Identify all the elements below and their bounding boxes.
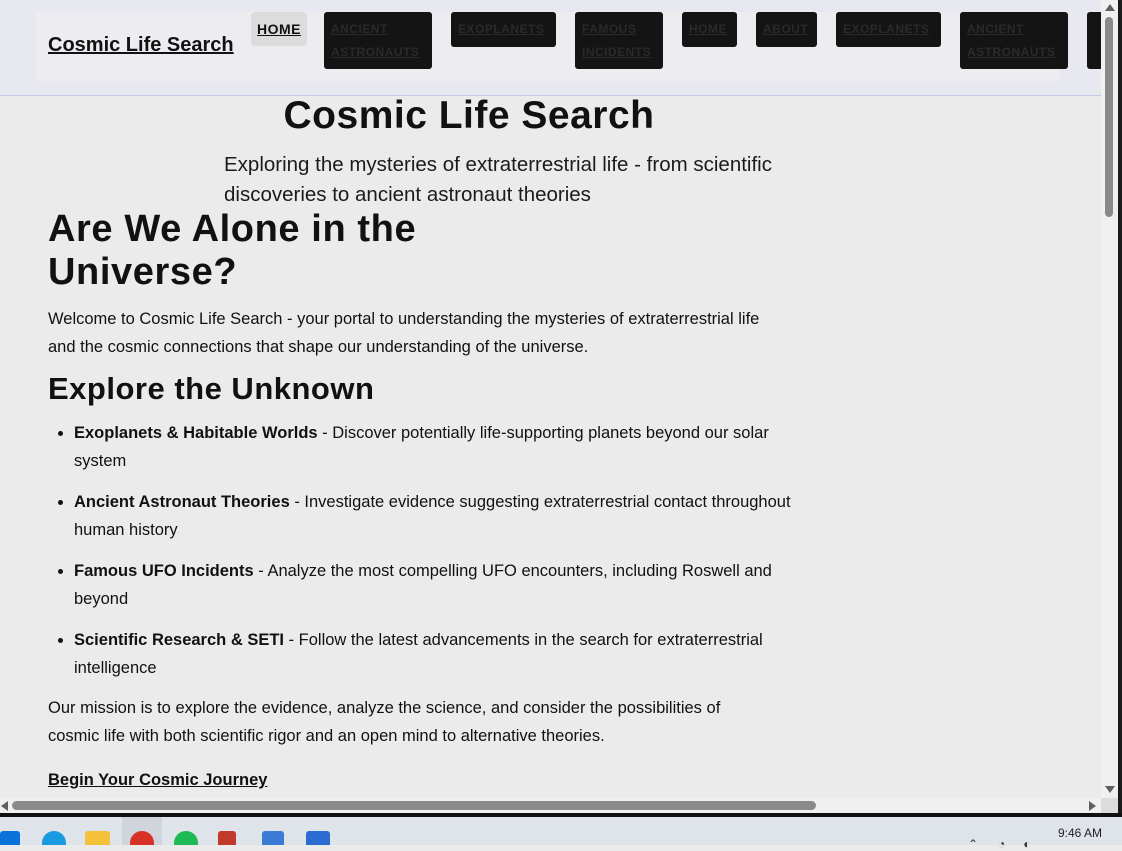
intro-paragraph: Welcome to Cosmic Life Search - your por…	[48, 310, 760, 356]
terminal-icon[interactable]	[306, 831, 330, 845]
feature-item: Scientific Research & SETI - Follow the …	[74, 626, 809, 682]
nav-famous-incidents-button[interactable]: FAMOUS INCIDENTS	[575, 12, 663, 69]
chevron-up-icon[interactable]: ⌃	[968, 837, 978, 851]
main-heading: Are We Alone in the Universe?	[48, 208, 417, 293]
wifi-icon[interactable]: ◔	[998, 837, 1005, 851]
feature-list: Exoplanets & Habitable Worlds - Discover…	[48, 419, 809, 695]
hero-subtitle: Exploring the mysteries of extraterrestr…	[224, 153, 772, 206]
site-brand-link[interactable]: Cosmic Life Search	[48, 34, 234, 57]
nav-home-button[interactable]: HOME	[251, 12, 307, 46]
window-edge	[1118, 0, 1122, 813]
scroll-left-icon[interactable]	[1, 801, 8, 811]
browser-viewport: Cosmic Life Search HOME ANCIENT ASTRONAU…	[0, 0, 1101, 798]
feature-item: Famous UFO Incidents - Analyze the most …	[74, 557, 809, 613]
scroll-right-icon[interactable]	[1089, 801, 1096, 811]
edge-icon[interactable]	[42, 831, 66, 845]
vertical-scroll-thumb[interactable]	[1105, 17, 1113, 217]
nav-overflow-button[interactable]	[1087, 12, 1101, 69]
spotify-icon[interactable]	[174, 831, 198, 845]
begin-journey-link[interactable]: Begin Your Cosmic Journey	[48, 771, 267, 790]
mission-paragraph: Our mission is to explore the evidence, …	[48, 699, 721, 745]
feature-title: Ancient Astronaut Theories	[74, 493, 290, 511]
nav-ancient-astronauts-button[interactable]: ANCIENT ASTRONAUTS	[324, 12, 432, 69]
nav-exoplanets-button-2[interactable]: EXOPLANETS	[836, 12, 941, 47]
horizontal-scroll-thumb[interactable]	[12, 801, 816, 810]
taskbar: ⌃ ◔ ◖ 9:46 AM	[0, 817, 1122, 851]
file-explorer-icon[interactable]	[85, 831, 110, 845]
explore-heading: Explore the Unknown	[48, 371, 375, 406]
feature-title: Exoplanets & Habitable Worlds	[74, 424, 318, 442]
volume-icon[interactable]: ◖	[1022, 837, 1029, 851]
feature-item: Ancient Astronaut Theories - Investigate…	[74, 488, 809, 544]
feature-title: Scientific Research & SETI	[74, 631, 284, 649]
scroll-down-icon[interactable]	[1105, 786, 1115, 793]
nav-exoplanets-button[interactable]: EXOPLANETS	[451, 12, 556, 47]
nav-about-button[interactable]: ABOUT	[756, 12, 817, 47]
scroll-up-icon[interactable]	[1105, 4, 1115, 11]
nav-home-button-2[interactable]: HOME	[682, 12, 737, 47]
notepad-icon[interactable]	[262, 831, 284, 845]
horizontal-scrollbar[interactable]	[0, 798, 1101, 813]
feature-title: Famous UFO Incidents	[74, 562, 254, 580]
vertical-scrollbar[interactable]	[1101, 0, 1118, 798]
app-icon[interactable]	[218, 831, 236, 845]
windows-start-icon[interactable]	[0, 831, 20, 845]
site-header: Cosmic Life Search HOME ANCIENT ASTRONAU…	[0, 0, 1101, 96]
nav-ancient-astronauts-button-2[interactable]: ANCIENT ASTRONAUTS	[960, 12, 1068, 69]
hero-title: Cosmic Life Search	[283, 94, 655, 137]
taskbar-clock[interactable]: 9:46 AM	[1058, 826, 1102, 840]
feature-item: Exoplanets & Habitable Worlds - Discover…	[74, 419, 809, 475]
